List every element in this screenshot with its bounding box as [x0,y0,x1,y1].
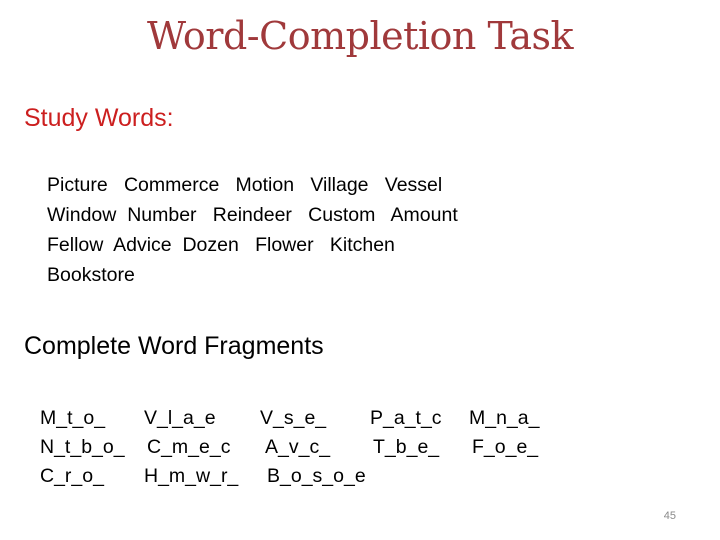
study-words-line: Picture Commerce Motion Village Vessel [47,174,443,196]
fragments-heading: Complete Word Fragments [24,332,324,360]
page-number: 45 [663,510,676,522]
slide: Word-Completion Task Study Words: Pictur… [0,0,720,540]
word-fragment: T_b_e_ [373,436,440,458]
word-fragment: M_t_o_ [40,407,106,429]
study-words-line: Fellow Advice Dozen Flower Kitchen [47,234,395,256]
word-fragment: V_s_e_ [260,407,327,429]
study-words-line: Window Number Reindeer Custom Amount [47,204,458,226]
study-words-list: Picture Commerce Motion Village Vessel W… [47,170,458,290]
study-words-line: Bookstore [47,264,135,286]
word-fragment: B_o_s_o_e [267,465,366,487]
word-fragment: V_l_a_e [144,407,216,429]
study-words-heading: Study Words: [24,104,174,132]
word-fragment: H_m_w_r_ [144,465,239,487]
word-fragment: M_n_a_ [469,407,540,429]
word-fragment: C_r_o_ [40,465,104,487]
word-fragment: A_v_c_ [265,436,331,458]
word-fragment: F_o_e_ [472,436,539,458]
word-fragment: P_a_t_c [370,407,442,429]
slide-title: Word-Completion Task [146,14,574,58]
word-fragment: N_t_b_o_ [40,436,125,458]
word-fragment: C_m_e_c [147,436,231,458]
